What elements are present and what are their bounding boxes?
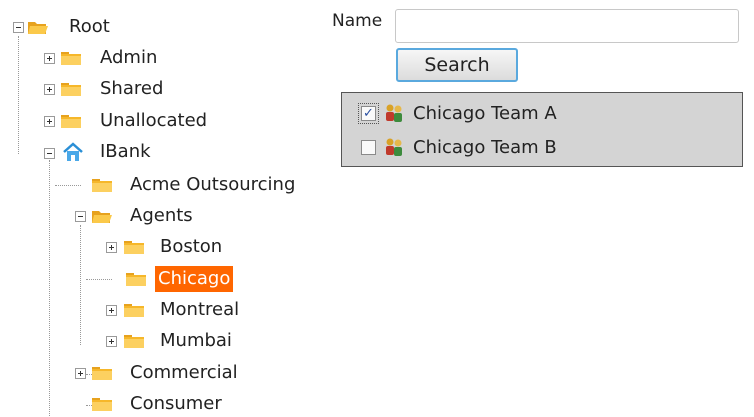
tree-item-montreal[interactable]: Montreal xyxy=(157,297,242,323)
tree-item-shared[interactable]: Shared xyxy=(97,76,166,102)
open-folder-icon xyxy=(27,19,49,35)
tree-item-boston[interactable]: Boston xyxy=(157,234,225,260)
folder-icon xyxy=(123,239,145,255)
tree-line xyxy=(80,225,81,345)
tree-item-chicago[interactable]: Chicago xyxy=(155,266,234,292)
tree-line xyxy=(86,279,112,280)
tree-item-commercial[interactable]: Commercial xyxy=(127,360,241,386)
folder-icon xyxy=(123,302,145,318)
tree-item-consumer[interactable]: Consumer xyxy=(127,391,225,417)
tree-item-root[interactable]: Root xyxy=(66,14,113,40)
tree-item-admin[interactable]: Admin xyxy=(97,45,160,71)
folder-icon xyxy=(60,81,82,97)
folder-icon xyxy=(91,365,113,381)
folder-icon xyxy=(91,177,113,193)
tree-line xyxy=(49,160,50,416)
results-list: ✓ Chicago Team A Chicago Team B xyxy=(341,92,743,167)
checkbox-unchecked[interactable] xyxy=(361,139,376,155)
folder-icon xyxy=(125,271,147,287)
list-item[interactable]: ✓ Chicago Team A xyxy=(358,98,557,128)
tree-item-unallocated[interactable]: Unallocated xyxy=(97,108,210,134)
list-item[interactable]: Chicago Team B xyxy=(361,132,557,162)
home-icon xyxy=(62,142,84,162)
expand-toggle-boston[interactable] xyxy=(106,242,117,253)
list-item-label: Chicago Team A xyxy=(413,102,557,124)
tree-line xyxy=(18,36,19,154)
folder-icon xyxy=(60,113,82,129)
folder-icon xyxy=(91,396,113,412)
tree-item-acme-outsourcing[interactable]: Acme Outsourcing xyxy=(127,172,298,198)
expand-toggle-montreal[interactable] xyxy=(106,305,117,316)
name-label: Name xyxy=(332,11,383,31)
list-item-label: Chicago Team B xyxy=(413,136,557,158)
tree-item-agents[interactable]: Agents xyxy=(127,203,196,229)
expand-toggle-admin[interactable] xyxy=(44,53,55,64)
expand-toggle-unallocated[interactable] xyxy=(44,116,55,127)
expand-toggle-commercial[interactable] xyxy=(75,368,86,379)
search-button[interactable]: Search xyxy=(396,48,518,82)
checkbox-checked[interactable]: ✓ xyxy=(361,105,376,121)
collapse-toggle-agents[interactable] xyxy=(75,211,86,222)
tree-line xyxy=(55,185,81,186)
tree-item-ibank[interactable]: IBank xyxy=(97,139,154,165)
collapse-toggle-ibank[interactable] xyxy=(44,148,55,159)
team-icon xyxy=(386,138,402,156)
folder-icon xyxy=(123,333,145,349)
folder-tree: Root Admin Shared Unallocated IBank Acme… xyxy=(0,0,330,416)
team-icon xyxy=(386,104,402,122)
folder-icon xyxy=(60,50,82,66)
tree-item-mumbai[interactable]: Mumbai xyxy=(157,328,235,354)
expand-toggle-shared[interactable] xyxy=(44,84,55,95)
expand-toggle-mumbai[interactable] xyxy=(106,336,117,347)
checkbox-focus-ring: ✓ xyxy=(358,102,379,124)
name-input[interactable] xyxy=(395,9,739,43)
collapse-toggle-root[interactable] xyxy=(13,22,24,33)
open-folder-icon xyxy=(91,208,113,224)
